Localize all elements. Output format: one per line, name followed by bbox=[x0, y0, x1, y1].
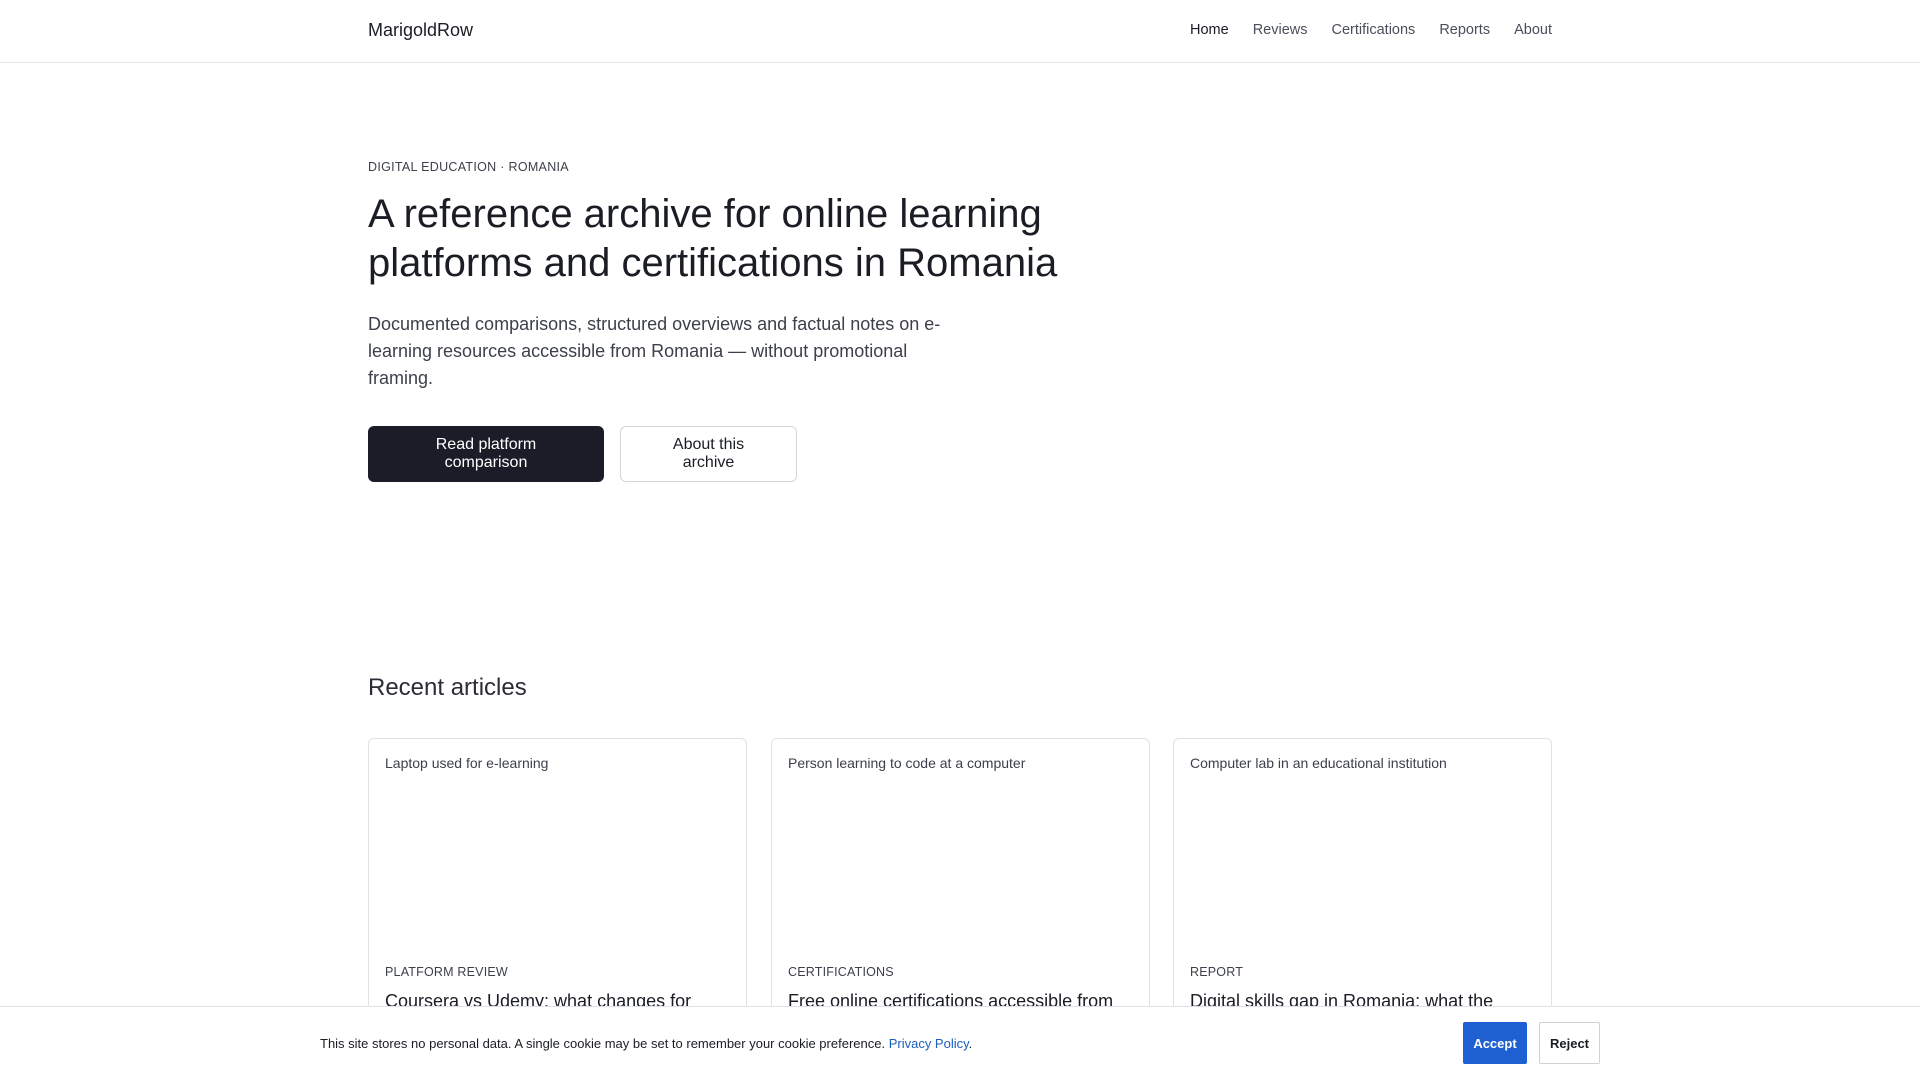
article-image-alt: Person learning to code at a computer bbox=[788, 755, 1026, 771]
cookie-message-period: . bbox=[968, 1036, 973, 1051]
hero-eyebrow: DIGITAL EDUCATION · ROMANIA bbox=[368, 160, 569, 174]
article-image-alt: Laptop used for e-learning bbox=[385, 755, 549, 771]
site-header: MarigoldRow Home Reviews Certifications … bbox=[0, 0, 1920, 63]
nav-reports[interactable]: Reports bbox=[1439, 22, 1490, 38]
article-image: Person learning to code at a computer bbox=[788, 755, 1133, 945]
cookie-banner: This site stores no personal data. A sin… bbox=[0, 1006, 1920, 1080]
article-image: Laptop used for e-learning bbox=[385, 755, 730, 945]
article-tag: PLATFORM REVIEW bbox=[385, 965, 508, 979]
article-tag: REPORT bbox=[1190, 965, 1244, 979]
cookie-accept-button[interactable]: Accept bbox=[1463, 1022, 1527, 1064]
main-nav: Home Reviews Certifications Reports Abou… bbox=[1190, 22, 1552, 38]
article-image-alt: Computer lab in an educational instituti… bbox=[1190, 755, 1447, 771]
about-archive-button[interactable]: About this archive bbox=[620, 426, 797, 482]
brand-logo-link[interactable]: MarigoldRow bbox=[368, 20, 473, 41]
nav-certifications[interactable]: Certifications bbox=[1332, 22, 1416, 38]
cookie-reject-button[interactable]: Reject bbox=[1539, 1022, 1600, 1064]
nav-about[interactable]: About bbox=[1514, 22, 1552, 38]
nav-home[interactable]: Home bbox=[1190, 22, 1229, 38]
article-tag: CERTIFICATIONS bbox=[788, 965, 894, 979]
hero-title: A reference archive for online learning … bbox=[368, 192, 1058, 285]
cookie-message: This site stores no personal data. A sin… bbox=[320, 1036, 972, 1051]
nav-reviews[interactable]: Reviews bbox=[1253, 22, 1308, 38]
article-image: Computer lab in an educational instituti… bbox=[1190, 755, 1535, 945]
hero-lead: Documented comparisons, structured overv… bbox=[368, 314, 941, 388]
privacy-policy-link[interactable]: Privacy Policy bbox=[889, 1036, 969, 1051]
read-comparison-button[interactable]: Read platform comparison bbox=[368, 426, 604, 482]
cookie-message-text: This site stores no personal data. A sin… bbox=[320, 1036, 886, 1051]
recent-articles-title: Recent articles bbox=[368, 674, 527, 701]
